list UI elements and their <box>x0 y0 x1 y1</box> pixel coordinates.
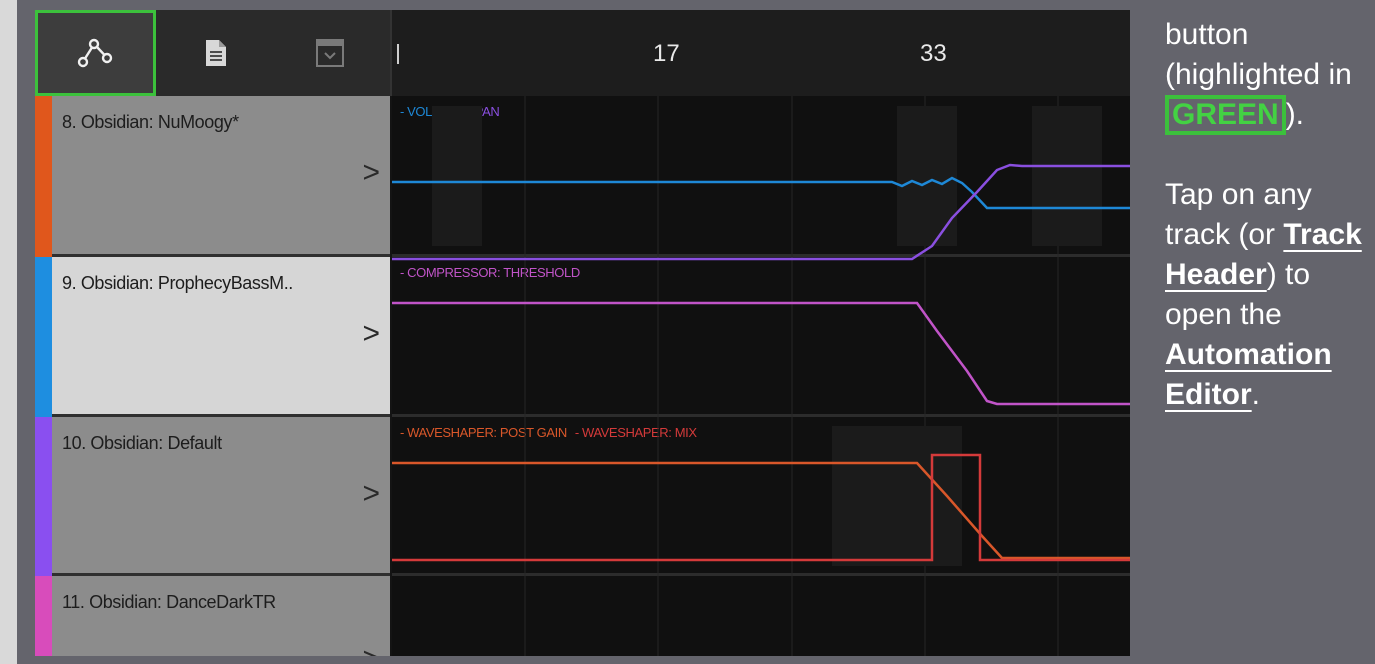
automation-nodes-icon <box>77 38 112 68</box>
track-name: 8. Obsidian: NuMoogy* <box>62 112 239 132</box>
automation-editor-link[interactable]: Automation Editor <box>1165 338 1332 411</box>
chevron-right-icon[interactable]: > <box>362 156 380 190</box>
ruler-start-marker <box>397 44 399 64</box>
compressor-threshold-curve[interactable] <box>392 301 1130 406</box>
track-header-body[interactable]: 11. Obsidian: DanceDarkTR > <box>52 576 390 656</box>
green-highlight-label: GREEN <box>1165 95 1286 135</box>
notes-button[interactable] <box>181 10 251 96</box>
track-header-10[interactable]: 10. Obsidian: Default > <box>35 417 390 576</box>
instructions-text: button (highlighted in GREEN). Tap on an… <box>1165 15 1365 455</box>
track-color-bar <box>35 257 52 417</box>
track-header-body[interactable]: 10. Obsidian: Default > <box>52 417 390 576</box>
ruler-marker-17: 17 <box>653 40 680 67</box>
waveshaper-post-gain-curve[interactable] <box>392 461 1130 560</box>
track-color-bar <box>35 417 52 576</box>
instructions-text-e: . <box>1251 378 1261 411</box>
track-name: 11. Obsidian: DanceDarkTR <box>62 592 276 612</box>
chevron-right-icon[interactable]: > <box>362 477 380 511</box>
left-gutter <box>0 0 17 664</box>
track-name: 10. Obsidian: Default <box>62 433 222 453</box>
track-header-11[interactable]: 11. Obsidian: DanceDarkTR > <box>35 576 390 656</box>
automation-curves <box>392 96 1130 656</box>
dropdown-button[interactable] <box>290 10 370 96</box>
track-color-bar <box>35 96 52 257</box>
timeline-ruler[interactable]: 17 33 <box>390 10 1130 96</box>
instructions-paragraph-1: button (highlighted in GREEN). <box>1165 15 1365 135</box>
dropdown-box-icon <box>316 39 344 67</box>
track-header-body[interactable]: 8. Obsidian: NuMoogy* > <box>52 96 390 257</box>
daw-window: 17 33 8. Obsidian: NuMoogy* > 9. Obsidia… <box>35 10 1130 656</box>
track-color-bar <box>35 576 52 656</box>
instructions-paragraph-2: Tap on any track (or Track Header) to op… <box>1165 175 1365 415</box>
instructions-text-a: button (highlighted in <box>1165 18 1352 91</box>
ruler-marker-33: 33 <box>920 40 947 67</box>
chevron-right-icon[interactable]: > <box>362 317 380 351</box>
document-icon <box>206 40 226 66</box>
automation-button[interactable] <box>35 10 156 96</box>
track-name: 9. Obsidian: ProphecyBassM.. <box>62 273 293 293</box>
pan-curve[interactable] <box>392 163 1130 261</box>
chevron-right-icon[interactable]: > <box>362 642 380 656</box>
track-header-body[interactable]: 9. Obsidian: ProphecyBassM.. > <box>52 257 390 417</box>
track-header-9[interactable]: 9. Obsidian: ProphecyBassM.. > <box>35 257 390 417</box>
track-header-8[interactable]: 8. Obsidian: NuMoogy* > <box>35 96 390 257</box>
volume-curve[interactable] <box>392 176 1130 210</box>
instructions-text-b: ). <box>1285 98 1305 131</box>
toolbar <box>35 10 390 96</box>
waveshaper-mix-curve[interactable] <box>392 453 1130 562</box>
